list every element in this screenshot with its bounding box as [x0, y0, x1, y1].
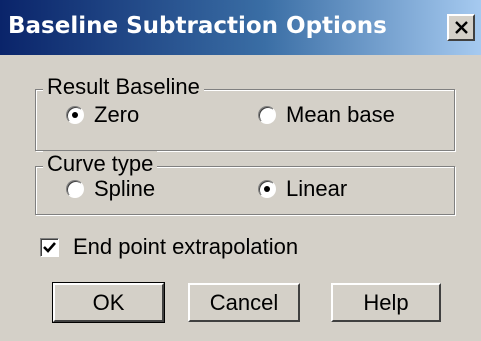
radio-selected-dot	[264, 186, 270, 192]
radio-selected-dot	[72, 112, 78, 118]
title-bar[interactable]: Baseline Subtraction Options	[0, 0, 481, 55]
curve-type-legend: Curve type	[43, 151, 158, 177]
radio-zero-label: Zero	[94, 102, 140, 127]
window-title: Baseline Subtraction Options	[8, 13, 387, 39]
curve-type-group: Curve type Spline Linear	[35, 151, 455, 215]
radio-spline-label: Spline	[94, 176, 156, 201]
radio-mean-base-label: Mean base	[286, 102, 395, 127]
result-baseline-legend: Result Baseline	[43, 74, 204, 100]
radio-linear-label: Linear	[286, 176, 348, 201]
radio-spline-indicator[interactable]	[66, 180, 84, 198]
radio-zero-indicator[interactable]	[66, 106, 84, 124]
radio-linear-indicator[interactable]	[258, 180, 276, 198]
checkmark-icon	[43, 242, 56, 253]
extrapolation-checkbox[interactable]	[40, 238, 59, 257]
help-button[interactable]: Help	[331, 283, 441, 322]
extrapolation-label: End point extrapolation	[73, 234, 299, 259]
radio-mean-base-indicator[interactable]	[258, 106, 276, 124]
close-icon	[455, 21, 468, 34]
result-baseline-group: Result Baseline Zero Mean base	[35, 74, 455, 151]
cancel-button[interactable]: Cancel	[188, 283, 300, 322]
close-button[interactable]	[447, 14, 475, 41]
ok-button[interactable]: OK	[52, 282, 165, 323]
